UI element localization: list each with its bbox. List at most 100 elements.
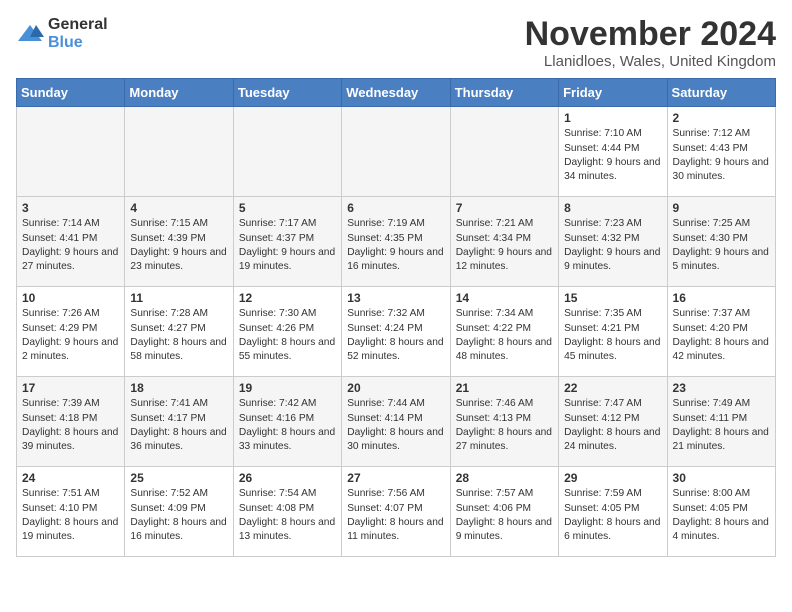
logo: General Blue (16, 16, 108, 52)
day-number: 25 (130, 471, 227, 485)
calendar-cell: 30 Sunrise: 8:00 AMSunset: 4:05 PMDayligh… (667, 467, 775, 557)
calendar-cell: 1 Sunrise: 7:10 AMSunset: 4:44 PMDaylight… (559, 107, 667, 197)
calendar-cell: 20 Sunrise: 7:44 AMSunset: 4:14 PMDayligh… (342, 377, 450, 467)
calendar-cell: 4 Sunrise: 7:15 AMSunset: 4:39 PMDaylight… (125, 197, 233, 287)
day-info: Sunrise: 7:54 AMSunset: 4:08 PMDaylight:… (239, 487, 336, 544)
day-number: 5 (239, 201, 336, 215)
calendar-cell: 2 Sunrise: 7:12 AMSunset: 4:43 PMDaylight… (667, 107, 775, 197)
calendar-cell: 8 Sunrise: 7:23 AMSunset: 4:32 PMDaylight… (559, 197, 667, 287)
day-number: 18 (130, 381, 227, 395)
day-number: 20 (347, 381, 444, 395)
day-info: Sunrise: 7:34 AMSunset: 4:22 PMDaylight:… (456, 307, 553, 364)
day-info: Sunrise: 7:46 AMSunset: 4:13 PMDaylight:… (456, 397, 553, 454)
calendar-week-row: 3 Sunrise: 7:14 AMSunset: 4:41 PMDaylight… (17, 197, 776, 287)
day-info: Sunrise: 7:39 AMSunset: 4:18 PMDaylight:… (22, 397, 119, 454)
day-info: Sunrise: 7:17 AMSunset: 4:37 PMDaylight:… (239, 217, 336, 274)
day-number: 12 (239, 291, 336, 305)
day-info: Sunrise: 7:21 AMSunset: 4:34 PMDaylight:… (456, 217, 553, 274)
calendar-cell: 23 Sunrise: 7:49 AMSunset: 4:11 PMDayligh… (667, 377, 775, 467)
day-number: 24 (22, 471, 119, 485)
day-info: Sunrise: 7:37 AMSunset: 4:20 PMDaylight:… (673, 307, 770, 364)
calendar-cell: 16Sunrise: 7:37 AMSunset: 4:20 PMDayligh… (667, 287, 775, 377)
logo-blue: Blue (48, 34, 83, 51)
day-info: Sunrise: 7:49 AMSunset: 4:11 PMDaylight:… (673, 397, 770, 454)
day-number: 9 (673, 201, 770, 215)
day-info: Sunrise: 7:51 AMSunset: 4:10 PMDaylight:… (22, 487, 119, 544)
calendar-cell: 24 Sunrise: 7:51 AMSunset: 4:10 PMDayligh… (17, 467, 125, 557)
page-title: November 2024 (525, 16, 776, 53)
column-header-monday: Monday (125, 79, 233, 107)
day-info: Sunrise: 7:52 AMSunset: 4:09 PMDaylight:… (130, 487, 227, 544)
calendar-cell: 21 Sunrise: 7:46 AMSunset: 4:13 PMDayligh… (450, 377, 558, 467)
day-number: 27 (347, 471, 444, 485)
column-header-saturday: Saturday (667, 79, 775, 107)
day-number: 14 (456, 291, 553, 305)
logo-icon (16, 23, 44, 45)
calendar-cell: 28 Sunrise: 7:57 AMSunset: 4:06 PMDayligh… (450, 467, 558, 557)
day-number: 29 (564, 471, 661, 485)
day-number: 1 (564, 111, 661, 125)
calendar-cell: 12Sunrise: 7:30 AMSunset: 4:26 PMDayligh… (233, 287, 341, 377)
calendar-cell: 9 Sunrise: 7:25 AMSunset: 4:30 PMDaylight… (667, 197, 775, 287)
day-number: 23 (673, 381, 770, 395)
title-area: November 2024 Llanidloes, Wales, United … (525, 16, 776, 70)
calendar-cell: 26 Sunrise: 7:54 AMSunset: 4:08 PMDayligh… (233, 467, 341, 557)
day-info: Sunrise: 7:26 AMSunset: 4:29 PMDaylight:… (22, 307, 119, 364)
day-info: Sunrise: 7:15 AMSunset: 4:39 PMDaylight:… (130, 217, 227, 274)
day-number: 22 (564, 381, 661, 395)
day-number: 28 (456, 471, 553, 485)
page-subtitle: Llanidloes, Wales, United Kingdom (525, 53, 776, 70)
column-header-wednesday: Wednesday (342, 79, 450, 107)
calendar-cell: 25 Sunrise: 7:52 AMSunset: 4:09 PMDayligh… (125, 467, 233, 557)
column-header-thursday: Thursday (450, 79, 558, 107)
calendar-week-row: 24 Sunrise: 7:51 AMSunset: 4:10 PMDayligh… (17, 467, 776, 557)
day-info: Sunrise: 8:00 AMSunset: 4:05 PMDaylight:… (673, 487, 770, 544)
calendar-table: SundayMondayTuesdayWednesdayThursdayFrid… (16, 78, 776, 557)
calendar-cell (342, 107, 450, 197)
calendar-cell: 10 Sunrise: 7:26 AMSunset: 4:29 PMDayligh… (17, 287, 125, 377)
day-info: Sunrise: 7:41 AMSunset: 4:17 PMDaylight:… (130, 397, 227, 454)
day-info: Sunrise: 7:25 AMSunset: 4:30 PMDaylight:… (673, 217, 770, 274)
day-number: 10 (22, 291, 119, 305)
calendar-cell: 7 Sunrise: 7:21 AMSunset: 4:34 PMDaylight… (450, 197, 558, 287)
calendar-cell: 3 Sunrise: 7:14 AMSunset: 4:41 PMDaylight… (17, 197, 125, 287)
calendar-cell: 15 Sunrise: 7:35 AMSunset: 4:21 PMDayligh… (559, 287, 667, 377)
calendar-cell: 11Sunrise: 7:28 AMSunset: 4:27 PMDayligh… (125, 287, 233, 377)
day-number: 3 (22, 201, 119, 215)
day-info: Sunrise: 7:23 AMSunset: 4:32 PMDaylight:… (564, 217, 661, 274)
day-info: Sunrise: 7:10 AMSunset: 4:44 PMDaylight:… (564, 127, 661, 184)
day-number: 15 (564, 291, 661, 305)
day-number: 30 (673, 471, 770, 485)
day-number: 7 (456, 201, 553, 215)
calendar-cell: 29Sunrise: 7:59 AMSunset: 4:05 PMDayligh… (559, 467, 667, 557)
calendar-week-row: 17Sunrise: 7:39 AMSunset: 4:18 PMDayligh… (17, 377, 776, 467)
day-info: Sunrise: 7:14 AMSunset: 4:41 PMDaylight:… (22, 217, 119, 274)
day-number: 11 (130, 291, 227, 305)
day-number: 6 (347, 201, 444, 215)
day-info: Sunrise: 7:12 AMSunset: 4:43 PMDaylight:… (673, 127, 770, 184)
calendar-cell (17, 107, 125, 197)
day-number: 19 (239, 381, 336, 395)
day-info: Sunrise: 7:32 AMSunset: 4:24 PMDaylight:… (347, 307, 444, 364)
day-info: Sunrise: 7:44 AMSunset: 4:14 PMDaylight:… (347, 397, 444, 454)
logo-general: General (48, 16, 108, 33)
day-info: Sunrise: 7:19 AMSunset: 4:35 PMDaylight:… (347, 217, 444, 274)
calendar-cell: 22Sunrise: 7:47 AMSunset: 4:12 PMDayligh… (559, 377, 667, 467)
day-number: 21 (456, 381, 553, 395)
day-info: Sunrise: 7:35 AMSunset: 4:21 PMDaylight:… (564, 307, 661, 364)
day-info: Sunrise: 7:57 AMSunset: 4:06 PMDaylight:… (456, 487, 553, 544)
column-header-tuesday: Tuesday (233, 79, 341, 107)
calendar-week-row: 10 Sunrise: 7:26 AMSunset: 4:29 PMDayligh… (17, 287, 776, 377)
day-number: 2 (673, 111, 770, 125)
calendar-cell: 18 Sunrise: 7:41 AMSunset: 4:17 PMDayligh… (125, 377, 233, 467)
day-number: 13 (347, 291, 444, 305)
day-number: 4 (130, 201, 227, 215)
calendar-cell (125, 107, 233, 197)
day-number: 26 (239, 471, 336, 485)
calendar-cell: 19Sunrise: 7:42 AMSunset: 4:16 PMDayligh… (233, 377, 341, 467)
calendar-cell: 13 Sunrise: 7:32 AMSunset: 4:24 PMDayligh… (342, 287, 450, 377)
column-header-sunday: Sunday (17, 79, 125, 107)
header: General Blue November 2024 Llanidloes, W… (16, 16, 776, 70)
calendar-cell: 5 Sunrise: 7:17 AMSunset: 4:37 PMDaylight… (233, 197, 341, 287)
day-number: 8 (564, 201, 661, 215)
